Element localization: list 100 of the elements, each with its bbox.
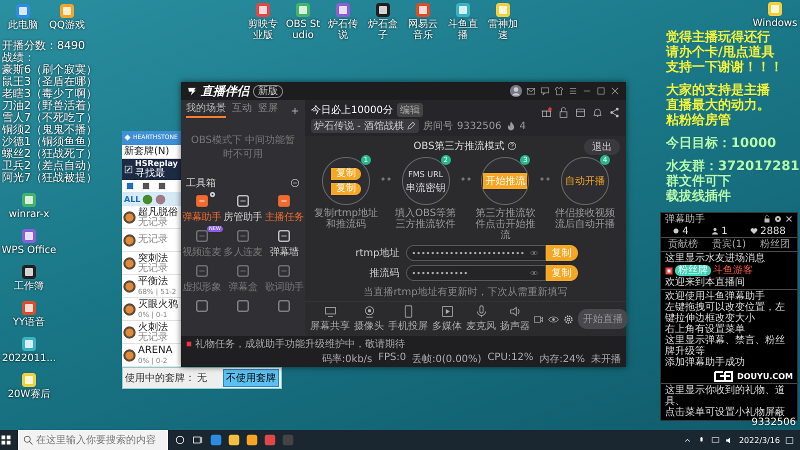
scene-tab[interactable]: 互动	[232, 101, 252, 118]
bell-icon[interactable]	[592, 107, 603, 118]
filter-option[interactable]: ALL	[124, 194, 140, 204]
category-selector[interactable]: 炉石传说 - 酒馆战棋	[311, 119, 419, 133]
icon-label[interactable]: winrar-x	[8, 209, 50, 220]
lock-icon[interactable]	[558, 107, 569, 118]
gift-note: 这里显示你收到的礼物、道具、	[665, 385, 786, 407]
status-stat: 丢帧:0(0.00%)	[412, 352, 482, 366]
tool-button[interactable]: 弹幕助手	[182, 194, 222, 224]
program-icon[interactable]	[21, 372, 37, 388]
program-icon[interactable]	[375, 2, 391, 18]
record-line: 豪斯6（刷个寂寞）	[2, 64, 97, 76]
box-icon[interactable]	[575, 107, 586, 118]
task-view-icon[interactable]	[192, 434, 204, 446]
entry-hint: 这里显示水友进场消息	[665, 253, 766, 264]
tool-button[interactable]: 主播任务	[264, 194, 304, 224]
clock-date[interactable]: 2022/3/16	[738, 436, 780, 444]
menu-item[interactable]: 新套牌(N)	[124, 144, 170, 158]
toolbar-button[interactable]: 麦克风	[465, 305, 497, 333]
tool-icon[interactable]	[277, 299, 292, 313]
record-line: 阿光7（狂战被提）	[2, 172, 97, 184]
icon-label[interactable]: 此电脑	[8, 20, 38, 31]
circle-icon[interactable]	[174, 434, 186, 446]
exit-button[interactable]: 退出	[584, 139, 620, 155]
program-icon[interactable]	[246, 434, 258, 446]
tool-icon	[194, 194, 209, 208]
deck-record: 无记录	[138, 332, 168, 343]
icon-label[interactable]: OBS Studio	[284, 19, 322, 41]
lock-icon[interactable]	[763, 215, 771, 223]
pencil-icon	[406, 121, 416, 131]
clear-deck-button[interactable]: 不使用套牌	[223, 369, 279, 387]
record-line: 铜须2（鬼鬼不播）	[2, 124, 97, 136]
chat-icon[interactable]	[540, 86, 550, 96]
icon-label[interactable]: Windows	[752, 18, 798, 29]
masked-field[interactable]: ••••••••••••	[406, 265, 546, 281]
tool-button[interactable]: 弹幕墙	[270, 229, 299, 259]
field-note: 当直播rtmp地址有更新时，下次从需重新填写	[362, 286, 569, 299]
tab-icon[interactable]	[157, 180, 167, 191]
program-icon[interactable]	[21, 264, 37, 280]
icon-label[interactable]: WPS Office	[2, 245, 56, 256]
gift-icon[interactable]	[541, 107, 552, 118]
toolbar-button[interactable]: 手机投屏	[387, 305, 429, 333]
chat-tab[interactable]: 粉丝团	[760, 239, 790, 250]
add-icon[interactable]	[290, 106, 300, 116]
user-name: 斗鱼游客	[713, 265, 753, 276]
diamond-icon	[124, 134, 131, 142]
search-field[interactable]: 在这里输入你要搜索的内容	[18, 430, 168, 450]
start-live-button[interactable]: 开始直播	[578, 309, 628, 329]
icon-label[interactable]: 工作簿	[14, 281, 44, 292]
toolbar-button[interactable]: 扬声器	[499, 305, 531, 333]
maximize-icon[interactable]	[596, 86, 606, 96]
icon-label[interactable]: YY语音	[12, 317, 46, 328]
tab-icon[interactable]	[141, 180, 151, 191]
edit-tag[interactable]: 编辑	[396, 103, 423, 117]
chat-tab[interactable]: 贡献榜	[668, 239, 698, 250]
close-icon[interactable]	[785, 215, 793, 223]
scene-tab[interactable]: 我的场景	[186, 101, 226, 118]
record-icon[interactable]	[533, 314, 544, 324]
version-badge[interactable]: 新版	[253, 84, 283, 98]
more-icon[interactable]	[290, 178, 300, 188]
icon-label[interactable]: 网易云音乐	[404, 19, 442, 41]
program-icon[interactable]	[210, 434, 222, 446]
program-icon[interactable]	[228, 434, 240, 446]
icon-label[interactable]: 2022011...	[2, 353, 56, 364]
avatar-icon[interactable]	[510, 85, 522, 97]
program-icon[interactable]	[767, 1, 783, 17]
tool-icon[interactable]	[236, 299, 250, 313]
mail-icon[interactable]	[526, 86, 536, 96]
chat-tab[interactable]: 贵宾(1)	[712, 239, 746, 250]
scene-tab[interactable]: 竖屏	[258, 101, 278, 118]
step-caption: 第三方推流软件点击开始推流	[474, 208, 536, 241]
icon-label[interactable]: 斗鱼直播	[444, 19, 482, 41]
program-icon[interactable]	[21, 336, 37, 352]
class-icon[interactable]	[142, 194, 154, 205]
tab-icon[interactable]	[125, 180, 135, 191]
shirt-icon[interactable]	[554, 86, 564, 96]
share-icon[interactable]	[609, 107, 620, 118]
toolbar-button[interactable]: 多媒体	[431, 305, 463, 333]
person-icon	[711, 227, 720, 235]
icon-label[interactable]: 雷神加速	[484, 19, 522, 41]
icon-label[interactable]: 炉石盒子	[364, 19, 402, 41]
toolbar-button[interactable]: 摄像头	[353, 305, 385, 333]
toolbar-button[interactable]: 屏幕共享	[309, 305, 351, 333]
masked-field[interactable]: ••••••••••••••••••••••••	[406, 245, 546, 261]
icon-label[interactable]: 炉石传说	[324, 19, 362, 41]
close-icon[interactable]	[610, 86, 620, 96]
group-line: 载拔线插件	[666, 189, 731, 204]
banner-title: HSReplay	[135, 159, 178, 168]
tool-icon[interactable]	[194, 299, 209, 313]
icon-label[interactable]: 20W赛后	[8, 389, 50, 400]
icon-label[interactable]: QQ游戏	[49, 20, 85, 31]
help-icon[interactable]	[507, 141, 518, 151]
status-stat: CPU:12%	[487, 352, 534, 365]
support-line: 直播最大的动力。	[666, 98, 770, 113]
tool-button[interactable]: 房管助手	[224, 194, 262, 224]
menu-icon[interactable]	[568, 86, 578, 96]
deck-record: 无记录	[138, 218, 168, 228]
icon-label[interactable]: 剪映专业版	[244, 19, 282, 41]
windows-start-icon[interactable]	[0, 434, 12, 446]
goal-text: 今日目标：10000	[666, 136, 776, 151]
